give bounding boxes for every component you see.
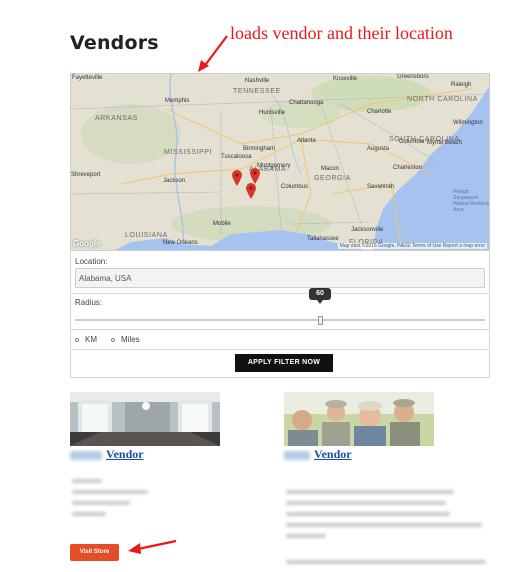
map-city-label: Montgomery xyxy=(257,163,291,169)
map-city-label: Nashville xyxy=(245,78,270,84)
map-city-label: Knoxville xyxy=(333,76,358,82)
vendor-image-room[interactable] xyxy=(70,392,220,446)
map-city-label: Macon xyxy=(321,166,340,172)
map-city-label: Jackson xyxy=(163,178,186,184)
map-marker-icon[interactable] xyxy=(246,183,256,199)
filter-panel: Location: Radius: 60 KM Miles APPLY FILT… xyxy=(70,251,490,378)
vendor-link[interactable]: Vendor xyxy=(314,447,352,461)
map-attribution[interactable]: Map data ©2016 Google, INEGI Terms of Us… xyxy=(337,243,487,249)
google-logo: Google xyxy=(73,239,101,248)
map-city-label: Charlotte xyxy=(367,109,392,115)
map-state-label: GEORGIA xyxy=(314,175,351,182)
unit-km-option[interactable]: KM xyxy=(75,335,97,344)
map-marker-icon[interactable] xyxy=(232,170,242,186)
map-sea-label: Pelagic Sargassum Habitat Restricted Are… xyxy=(453,189,490,213)
map-city-label: Jacksonville xyxy=(351,227,384,233)
map-state-label: MISSISSIPPI xyxy=(164,149,213,156)
map-city-label: Myrtle Beach xyxy=(427,140,463,146)
map-city-label: Columbia xyxy=(399,139,425,145)
map-city-label: Chattanooga xyxy=(289,100,324,106)
unit-miles-option[interactable]: Miles xyxy=(111,335,140,344)
annotation-arrow-icon xyxy=(198,35,228,72)
map-city-label: Tallahassee xyxy=(307,236,339,242)
unit-km-label: KM xyxy=(85,335,97,344)
divider xyxy=(71,293,489,294)
apply-filter-button[interactable]: APPLY FILTER NOW xyxy=(235,354,333,372)
redacted-text xyxy=(72,479,102,483)
vendor-title[interactable]: Vendor xyxy=(70,447,144,462)
map-state-label: LOUISIANA xyxy=(125,232,168,239)
vendor-title[interactable]: Vendor xyxy=(284,447,352,462)
map-city-label: Tuscaloosa xyxy=(221,154,252,160)
annotation-arrow-icon xyxy=(128,539,177,554)
map-city-label: Greensboro xyxy=(397,74,429,80)
redacted-text xyxy=(286,534,326,538)
location-label: Location: xyxy=(75,257,108,266)
divider xyxy=(71,329,489,330)
map-city-label: Augusta xyxy=(367,146,390,152)
divider xyxy=(71,349,489,350)
radius-value-tooltip: 60 xyxy=(309,288,331,304)
map-city-label: Raleigh xyxy=(451,82,472,88)
radius-label: Radius: xyxy=(75,298,103,307)
map-state-label: ARKANSAS xyxy=(95,115,138,122)
map-marker-icon[interactable] xyxy=(250,168,260,184)
redacted-text xyxy=(286,512,450,516)
annotation-map-note: loads vendor and their location xyxy=(230,23,453,43)
vendor-link[interactable]: Vendor xyxy=(106,447,144,461)
redacted-text xyxy=(286,523,482,527)
redacted-text xyxy=(72,501,130,505)
vendor-map[interactable]: ARKANSAS TENNESSEE NORTH CAROLINA SOUTH … xyxy=(70,73,490,251)
vendor-image-group[interactable] xyxy=(284,392,434,446)
map-city-label: Memphis xyxy=(165,98,190,104)
visit-store-button[interactable]: Visit Store xyxy=(70,544,119,561)
redacted-text xyxy=(72,490,148,494)
location-input[interactable] xyxy=(75,268,485,288)
map-city-label: Columbus xyxy=(281,184,309,190)
unit-miles-label: Miles xyxy=(121,335,140,344)
map-state-label: TENNESSEE xyxy=(233,88,281,95)
redacted-text xyxy=(72,512,106,516)
vendor-name-redacted xyxy=(284,450,310,460)
map-city-label: Mobile xyxy=(213,221,231,227)
map-city-label: Huntsville xyxy=(259,110,286,116)
redacted-text xyxy=(286,490,454,494)
map-city-label: Savannah xyxy=(367,184,395,190)
map-state-label: NORTH CAROLINA xyxy=(407,96,478,103)
map-city-label: Shreveport xyxy=(71,172,101,178)
radius-slider-track[interactable] xyxy=(75,319,485,321)
redacted-text xyxy=(286,501,446,505)
map-city-label: Atlanta xyxy=(297,138,316,144)
map-city-label: Birmingham xyxy=(243,146,276,152)
redacted-text xyxy=(286,560,486,564)
radio-icon[interactable] xyxy=(75,337,79,342)
radius-slider-handle[interactable] xyxy=(318,316,323,325)
page-title: Vendors xyxy=(70,32,159,54)
map-city-label: Wilmington xyxy=(453,120,483,126)
radio-icon[interactable] xyxy=(111,337,115,342)
vendor-name-redacted xyxy=(70,450,102,460)
map-city-label: Fayetteville xyxy=(72,75,103,81)
map-city-label: New Orleans xyxy=(163,240,198,246)
map-city-label: Charleston xyxy=(393,165,423,171)
